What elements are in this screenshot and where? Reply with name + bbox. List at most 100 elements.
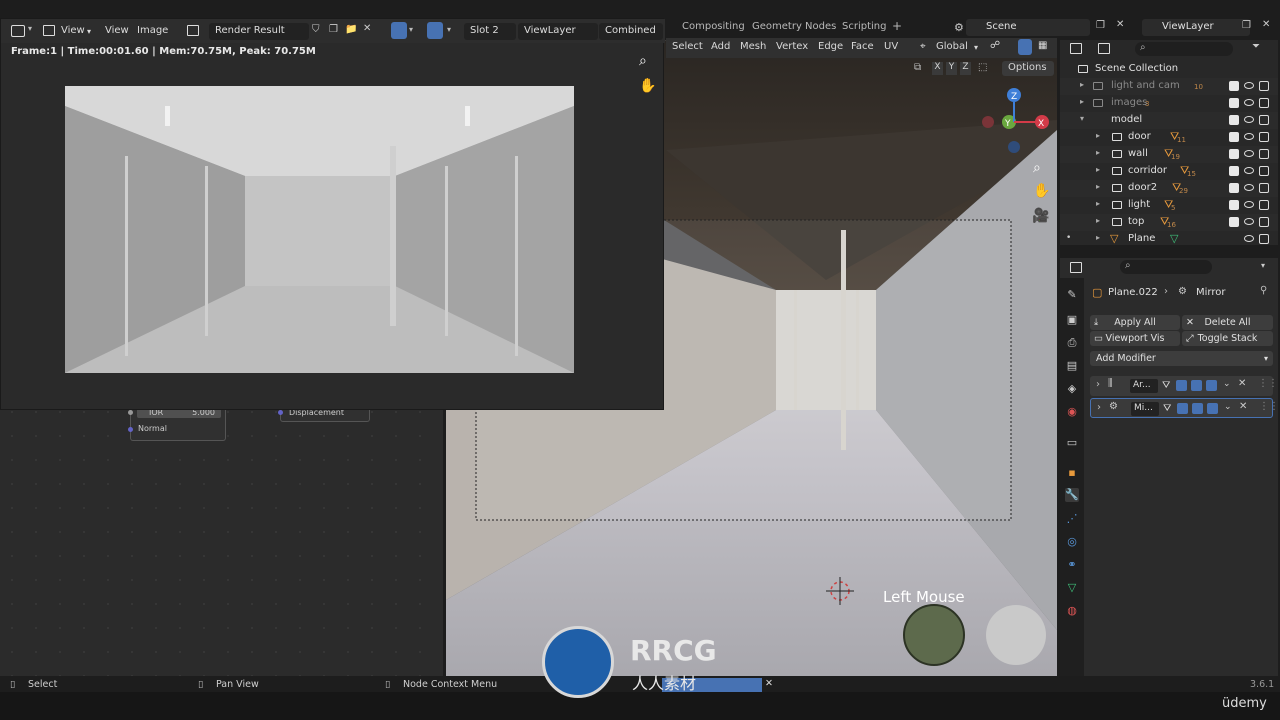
tab-compositing[interactable]: Compositing (682, 21, 745, 32)
axis-x-toggle[interactable]: X (932, 62, 943, 75)
modifier-panel-mirror[interactable]: › ⚙ Mi... ⛛ ⌄ ✕ ⋮⋮ (1090, 398, 1279, 418)
expand-arrow-icon[interactable]: ▸ (1096, 216, 1100, 225)
options-chevron-icon[interactable]: ▾ (1261, 261, 1265, 270)
view-mode-icon[interactable] (43, 25, 55, 36)
render-camera-icon[interactable] (1259, 115, 1269, 125)
new-viewlayer-icon[interactable]: ❐ (1242, 20, 1251, 31)
outliner-search-input[interactable]: ⌕ (1135, 42, 1233, 56)
visibility-eye-icon[interactable] (1244, 82, 1254, 89)
modifier-tab-icon[interactable]: 🔧 (1065, 488, 1079, 502)
axis-y-toggle[interactable]: Y (946, 62, 957, 75)
expand-arrow-icon[interactable]: ▾ (1080, 114, 1084, 123)
viewport-vis-button[interactable]: ▭ Viewport Vis (1090, 331, 1180, 346)
transform-orientation-icon[interactable]: ⌖ (920, 41, 926, 52)
snap-target-icon[interactable]: ▦ (1038, 40, 1047, 51)
delete-viewlayer-icon[interactable]: ✕ (1262, 19, 1270, 30)
properties-editor-icon[interactable] (1070, 262, 1082, 273)
outliner-row-door[interactable]: ▸ door ⛛ 11 (1060, 129, 1278, 146)
exclude-checkbox[interactable] (1229, 200, 1239, 210)
render-result-window[interactable]: ▾ View ▾ View Image Render Result ⛉ ❐ 📁 … (0, 18, 665, 410)
modifier-menu-chevron-icon[interactable]: ⌄ (1223, 379, 1231, 389)
expand-arrow-icon[interactable]: ▸ (1080, 97, 1084, 106)
editor-type-icon[interactable] (11, 25, 25, 37)
expand-arrow-icon[interactable]: ▸ (1096, 165, 1100, 174)
world-tab-icon[interactable]: ◉ (1065, 405, 1079, 419)
image-name-field[interactable]: Render Result (209, 23, 309, 40)
tab-scripting[interactable]: Scripting (842, 21, 886, 32)
editor-type-chevron-icon[interactable]: ▾ (28, 24, 32, 33)
render-camera-icon[interactable] (1259, 98, 1269, 108)
tool-tab-icon[interactable]: ✎ (1065, 288, 1079, 302)
visibility-eye-icon[interactable] (1244, 99, 1254, 106)
normal-socket[interactable] (128, 427, 133, 432)
menu-vertex[interactable]: Vertex (776, 41, 808, 52)
view-layer-tab-icon[interactable]: ▤ (1065, 359, 1079, 373)
outliner-row-plane[interactable]: • ▸ ▽ Plane ▽ (1060, 231, 1278, 248)
edit-mode-toggle-icon[interactable]: ⛛ (1163, 403, 1174, 414)
visibility-eye-icon[interactable] (1244, 150, 1254, 157)
outliner-row-light-and-cam[interactable]: ▸ light and cam 10 (1060, 78, 1278, 95)
expand-arrow-icon[interactable]: ▸ (1096, 233, 1100, 242)
render-viewlayer-dropdown[interactable]: ViewLayer (518, 23, 598, 40)
ior-socket[interactable] (128, 410, 133, 415)
modifier-panel-array[interactable]: › ⫼ Ar... ⛛ ⌄ ✕ ⋮⋮ (1090, 376, 1278, 396)
viewlayer-selector[interactable]: ViewLayer (1142, 19, 1250, 36)
visibility-eye-icon[interactable] (1244, 116, 1254, 123)
cage-toggle-icon[interactable] (1176, 380, 1187, 391)
expand-arrow-icon[interactable]: ▸ (1096, 199, 1100, 208)
remove-modifier-icon[interactable]: ✕ (1239, 401, 1247, 412)
modifier-name-field[interactable]: Mi... (1131, 402, 1159, 416)
properties-search-input[interactable]: ⌕ (1120, 260, 1212, 274)
open-image-icon[interactable]: 📁 (345, 24, 357, 35)
menu-image[interactable]: Image (137, 25, 168, 36)
display-channels-chevron-icon[interactable]: ▾ (447, 25, 451, 34)
camera-view-icon[interactable]: 🎥 (1032, 208, 1049, 224)
render-toggle-icon[interactable] (1207, 403, 1218, 414)
material-tab-icon[interactable]: ◍ (1065, 604, 1079, 618)
outliner-row-door2[interactable]: ▸ door2 ⛛ 29 (1060, 180, 1278, 197)
new-scene-icon[interactable]: ❐ (1096, 20, 1105, 31)
modifier-menu-chevron-icon[interactable]: ⌄ (1224, 402, 1232, 412)
expand-arrow-icon[interactable]: › (1097, 402, 1101, 413)
visibility-eye-icon[interactable] (1244, 167, 1254, 174)
image-browse-icon[interactable] (187, 25, 199, 36)
visibility-eye-icon[interactable] (1244, 218, 1254, 225)
axis-z-toggle[interactable]: Z (960, 62, 971, 75)
zoom-icon[interactable]: ⌕ (1033, 160, 1041, 176)
visibility-eye-icon[interactable] (1244, 235, 1254, 242)
delete-all-button[interactable]: ✕ Delete All (1182, 315, 1273, 330)
visibility-eye-icon[interactable] (1244, 133, 1254, 140)
physics-tab-icon[interactable]: ◎ (1065, 535, 1079, 549)
expand-arrow-icon[interactable]: ▸ (1096, 131, 1100, 140)
modifier-name-field[interactable]: Ar... (1130, 379, 1158, 393)
orientation-dropdown[interactable]: Global (936, 41, 968, 52)
output-tab-icon[interactable]: ⎙ (1065, 336, 1079, 350)
exclude-checkbox[interactable] (1229, 115, 1239, 125)
filter-icon[interactable]: ⏷ (1252, 41, 1260, 52)
apply-all-button[interactable]: ⤓ Apply All (1090, 315, 1180, 330)
visibility-eye-icon[interactable] (1244, 201, 1254, 208)
pan-hand-icon[interactable]: ✋ (639, 78, 656, 94)
orientation-chevron-icon[interactable]: ▾ (974, 43, 978, 52)
render-camera-icon[interactable] (1259, 81, 1269, 91)
viewport-toggle-icon[interactable] (1192, 403, 1203, 414)
options-dropdown[interactable]: Options (1002, 61, 1054, 76)
display-channels-icon[interactable] (427, 22, 443, 39)
outliner-row-corridor[interactable]: ▸ corridor ⛛ 15 (1060, 163, 1278, 180)
expand-arrow-icon[interactable]: ▸ (1080, 80, 1084, 89)
menu-mesh[interactable]: Mesh (740, 41, 766, 52)
outliner-editor-icon[interactable] (1070, 43, 1082, 54)
menu-select[interactable]: Select (672, 41, 703, 52)
view-mode-chevron-icon[interactable]: ▾ (87, 27, 91, 36)
render-camera-icon[interactable] (1259, 166, 1269, 176)
sample-tool-icon[interactable] (391, 22, 407, 39)
exclude-checkbox[interactable] (1229, 132, 1239, 142)
displacement-socket[interactable] (278, 410, 283, 415)
outliner-row-wall[interactable]: ▸ wall ⛛ 19 (1060, 146, 1278, 163)
menu-view[interactable]: View (105, 25, 129, 36)
duplicate-image-icon[interactable]: ❐ (329, 24, 338, 35)
collection-tab-icon[interactable]: ▭ (1065, 436, 1079, 450)
render-toggle-icon[interactable] (1206, 380, 1217, 391)
menu-face[interactable]: Face (851, 41, 874, 52)
pan-hand-icon[interactable]: ✋ (1033, 183, 1050, 199)
